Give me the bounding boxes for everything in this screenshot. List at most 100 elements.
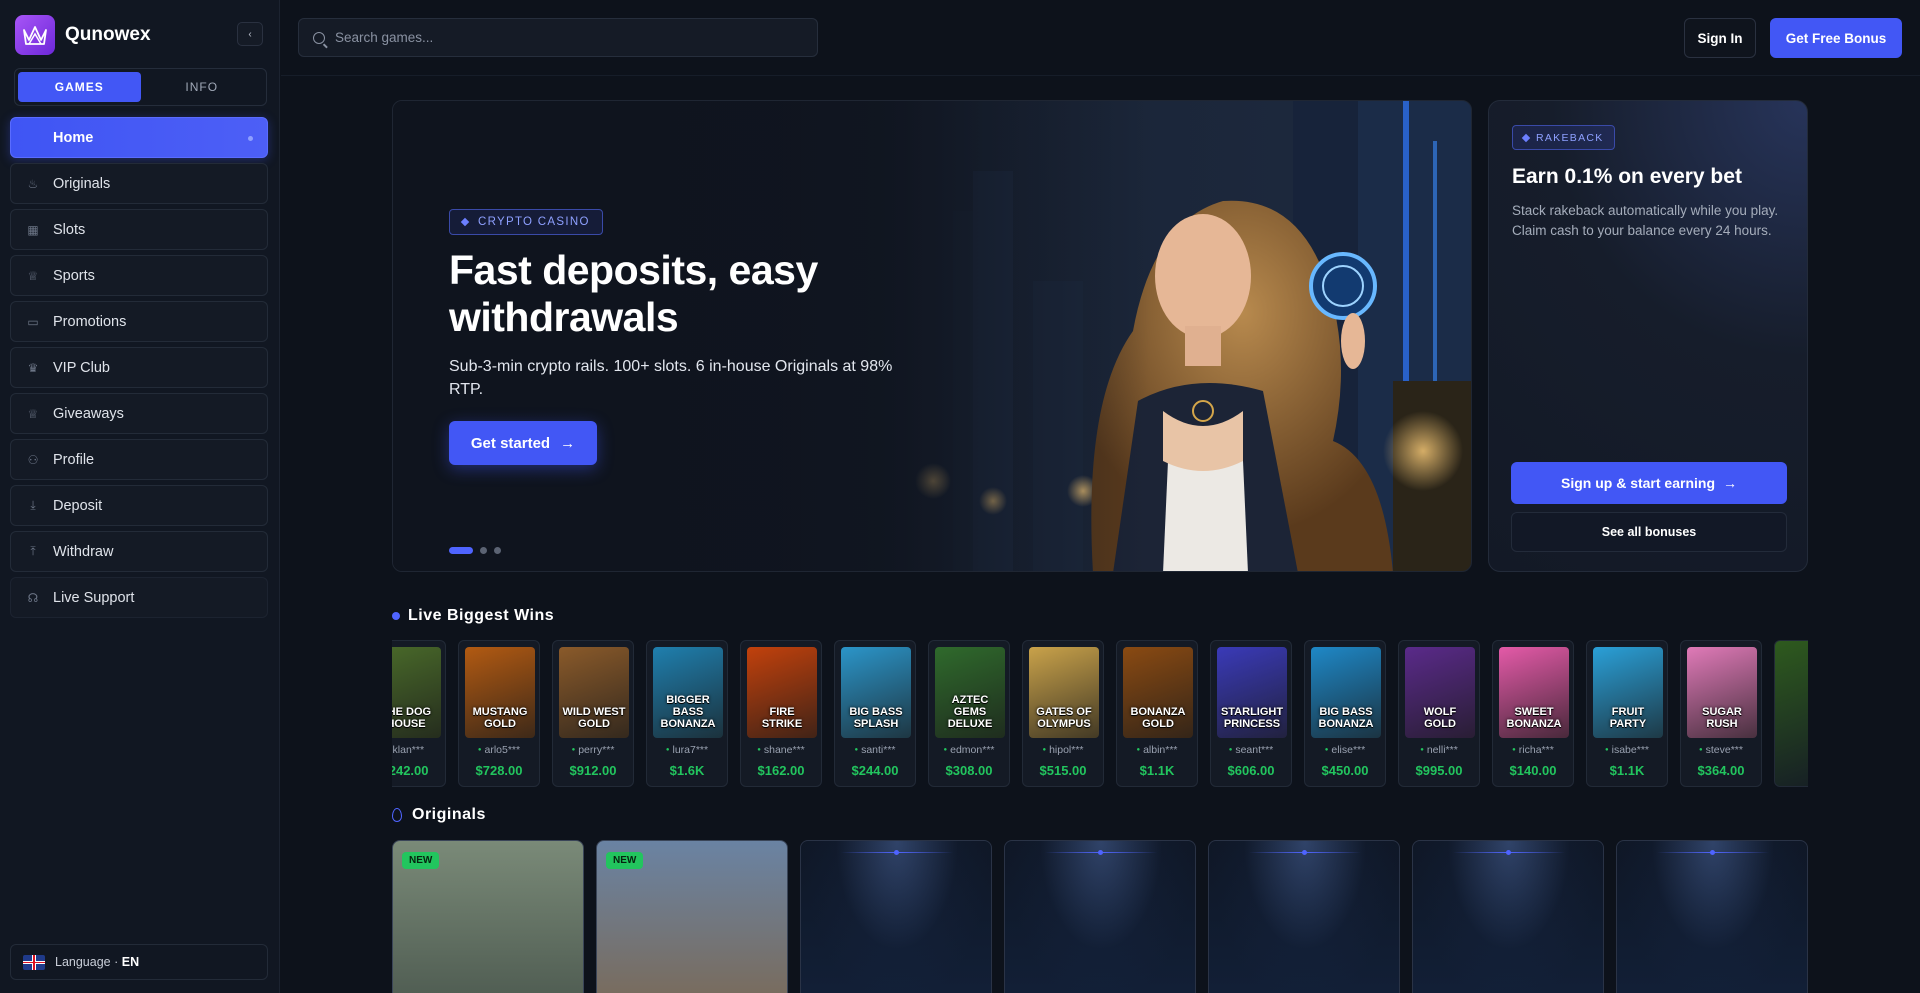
live-wins-title: Live Biggest Wins — [408, 607, 555, 624]
search-input[interactable]: Search games... — [298, 18, 818, 57]
original-game-card[interactable]: NEW — [392, 840, 584, 993]
hero-badge: CRYPTO CASINO — [449, 209, 603, 235]
sidebar-item-giveaways[interactable]: ♕ Giveaways — [10, 393, 268, 434]
win-user: santi*** — [835, 744, 915, 756]
rakeback-badge: RAKEBACK — [1512, 125, 1615, 150]
get-started-button[interactable]: Get started → — [449, 421, 597, 465]
win-card[interactable] — [1774, 640, 1808, 787]
crown-icon: ♛ — [27, 360, 39, 375]
game-cover: Fruit Party — [1593, 647, 1663, 738]
chevron-left-icon: ‹ — [248, 28, 252, 40]
game-cover: Gates of Olympus — [1029, 647, 1099, 738]
carousel-dot[interactable] — [449, 547, 473, 554]
win-user: lura7*** — [647, 744, 727, 756]
game-cover: Sweet Bonanza — [1499, 647, 1569, 738]
flame-icon — [392, 808, 402, 822]
light-dot — [1506, 850, 1511, 855]
light-dot — [1098, 850, 1103, 855]
win-card[interactable]: Big Bass Splash santi*** $244.00 — [834, 640, 916, 787]
sidebar-tabs: GAMES INFO — [14, 68, 267, 106]
sidebar-item-live-support[interactable]: ☊ Live Support — [10, 577, 268, 618]
game-name: Big Bass Splash — [849, 706, 903, 730]
win-card[interactable]: Sugar Rush steve*** $364.00 — [1680, 640, 1762, 787]
win-user: klan*** — [392, 744, 445, 756]
get-free-bonus-button[interactable]: Get Free Bonus — [1770, 18, 1902, 58]
sidebar-item-vip-club[interactable]: ♛ VIP Club — [10, 347, 268, 388]
ticket-icon: ▭ — [27, 314, 39, 329]
game-cover: Big Bass Splash — [841, 647, 911, 738]
sidebar-item-label: Sports — [53, 267, 95, 284]
spotlight — [1617, 841, 1807, 993]
carousel-dot[interactable] — [480, 547, 487, 554]
sidebar-item-label: Live Support — [53, 589, 135, 606]
win-card[interactable]: Wolf Gold nelli*** $995.00 — [1398, 640, 1480, 787]
game-name: Big Bass Bonanza — [1318, 706, 1374, 730]
rakeback-badge-label: RAKEBACK — [1536, 131, 1604, 144]
original-game-card[interactable] — [1208, 840, 1400, 993]
language-selector[interactable]: Language · EN — [10, 944, 268, 980]
win-card[interactable]: Mustang Gold arlo5*** $728.00 — [458, 640, 540, 787]
win-card[interactable]: Starlight Princess seant*** $606.00 — [1210, 640, 1292, 787]
game-name: Gates of Olympus — [1036, 706, 1092, 730]
win-card[interactable]: Big Bass Bonanza elise*** $450.00 — [1304, 640, 1386, 787]
game-name: Fire Strike — [761, 706, 803, 730]
sidebar-item-deposit[interactable]: ⤓ Deposit — [10, 485, 268, 526]
game-cover: Wolf Gold — [1405, 647, 1475, 738]
spotlight — [801, 841, 991, 993]
header-divider — [281, 75, 1920, 76]
sidebar-item-home[interactable]: ⌂ Home — [10, 117, 268, 158]
win-amount: $728.00 — [475, 763, 523, 778]
language-code: EN — [121, 955, 140, 969]
win-card[interactable]: Fruit Party isabe*** $1.1K — [1586, 640, 1668, 787]
sidebar-item-label: Promotions — [53, 313, 127, 330]
original-game-card[interactable] — [1412, 840, 1604, 993]
sidebar-item-profile[interactable]: ⚇ Profile — [10, 439, 268, 480]
original-game-card[interactable] — [1616, 840, 1808, 993]
language-label: Language · — [55, 955, 119, 969]
win-card[interactable]: Bigger Bass Bonanza lura7*** $1.6K — [646, 640, 728, 787]
game-name: Bonanza Gold — [1130, 706, 1186, 730]
win-card[interactable]: Fire Strike shane*** $162.00 — [740, 640, 822, 787]
win-user: steve*** — [1681, 744, 1761, 756]
win-amount: $1.6K — [669, 763, 705, 778]
win-amount: $515.00 — [1039, 763, 1087, 778]
original-game-card[interactable]: NEW — [596, 840, 788, 993]
search-placeholder: Search games... — [335, 30, 434, 45]
win-card[interactable]: Sweet Bonanza richa*** $140.00 — [1492, 640, 1574, 787]
sidebar-item-sports[interactable]: ♕ Sports — [10, 255, 268, 296]
collapse-sidebar-button[interactable]: ‹ — [237, 22, 263, 46]
sidebar-item-promotions[interactable]: ▭ Promotions — [10, 301, 268, 342]
tab-info[interactable]: INFO — [141, 72, 264, 102]
original-game-card[interactable] — [800, 840, 992, 993]
win-user: nelli*** — [1399, 744, 1479, 756]
hero-badge-label: CRYPTO CASINO — [478, 216, 590, 228]
win-card[interactable]: Wild West Gold perry*** $912.00 — [552, 640, 634, 787]
sidebar-item-slots[interactable]: ▦ Slots — [10, 209, 268, 250]
signup-earning-button[interactable]: Sign up & start earning → — [1511, 462, 1787, 504]
win-amount: $162.00 — [757, 763, 805, 778]
tab-games[interactable]: GAMES — [18, 72, 141, 102]
see-all-bonuses-button[interactable]: See all bonuses — [1511, 512, 1787, 552]
hero-subtitle: Sub-3-min crypto rails. 100+ slots. 6 in… — [449, 358, 893, 398]
trophy-icon: ♕ — [27, 268, 39, 283]
new-badge: NEW — [402, 852, 440, 869]
original-game-card[interactable] — [1004, 840, 1196, 993]
sidebar-item-label: Withdraw — [53, 543, 114, 560]
win-card[interactable]: Gates of Olympus hipol*** $515.00 — [1022, 640, 1104, 787]
spotlight — [1209, 841, 1399, 993]
diamond-icon — [460, 217, 470, 227]
win-card[interactable]: The Dog House klan*** $242.00 — [392, 640, 446, 787]
win-card[interactable]: Bonanza Gold albin*** $1.1K — [1116, 640, 1198, 787]
carousel-dot[interactable] — [494, 547, 501, 554]
sidebar-item-withdraw[interactable]: ⤒ Withdraw — [10, 531, 268, 572]
game-cover: Wild West Gold — [559, 647, 629, 738]
game-cover: Fire Strike — [747, 647, 817, 738]
live-wins-strip: The Dog House klan*** $242.00 Mustang Gold a… — [392, 640, 1808, 788]
game-cover: The Dog House — [392, 647, 441, 738]
win-card[interactable]: Aztec Gems Deluxe edmon*** $308.00 — [928, 640, 1010, 787]
sign-in-button[interactable]: Sign In — [1684, 18, 1756, 58]
game-name: Aztec Gems Deluxe — [947, 694, 993, 730]
brand[interactable]: Qunowex — [15, 15, 151, 55]
hero-banner[interactable]: CRYPTO CASINO Fast deposits, easy withdr… — [392, 100, 1472, 572]
sidebar-item-originals[interactable]: ♨ Originals — [10, 163, 268, 204]
